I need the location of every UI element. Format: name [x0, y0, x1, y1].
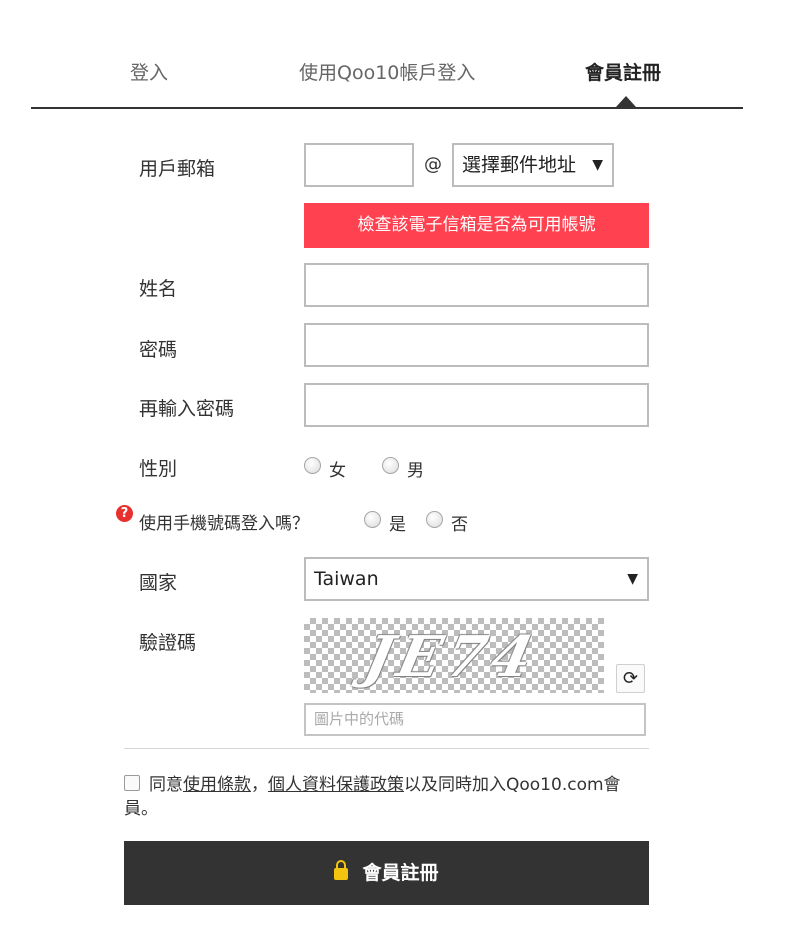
gender-female-radio[interactable] [304, 457, 321, 474]
name-label: 姓名 [139, 278, 178, 300]
agreement-comma: ， [251, 775, 268, 795]
country-value: Taiwan [314, 568, 379, 590]
confirm-password-input[interactable] [304, 383, 649, 427]
lock-icon [334, 860, 349, 880]
email-domain-value: 選擇郵件地址 [462, 154, 577, 176]
country-label: 國家 [139, 572, 178, 594]
gender-label: 性別 [139, 458, 178, 480]
captcha-image: JE74 [304, 618, 604, 693]
captcha-placeholder: 圖片中的代碼 [314, 710, 405, 728]
phone-login-no-label: 否 [451, 515, 468, 535]
tab-underline [31, 107, 743, 109]
phone-login-yes-label: 是 [389, 515, 406, 535]
chevron-down-icon: ▼ [592, 157, 603, 173]
check-email-button[interactable]: 檢查該電子信箱是否為可用帳號 [304, 203, 649, 248]
gender-male-radio[interactable] [382, 457, 399, 474]
email-local-input[interactable] [304, 143, 414, 187]
country-select[interactable]: Taiwan ▼ [304, 557, 649, 601]
name-input[interactable] [304, 263, 649, 307]
register-submit-label: 會員註冊 [362, 862, 439, 884]
captcha-label: 驗證碼 [139, 632, 197, 654]
register-submit-button[interactable]: 會員註冊 [124, 841, 649, 905]
captcha-input[interactable]: 圖片中的代碼 [304, 703, 646, 736]
tab-qoo10-login[interactable]: 使用Qoo10帳戶登入 [299, 58, 475, 85]
phone-login-label: 使用手機號碼登入嗎？ [139, 514, 309, 534]
at-sign: @ [424, 154, 442, 175]
refresh-icon[interactable]: ⟳ [616, 664, 645, 693]
gender-male-label: 男 [407, 461, 424, 481]
active-tab-indicator [616, 96, 636, 107]
terms-link[interactable]: 使用條款 [183, 775, 251, 795]
divider [124, 748, 649, 749]
login-register-tabs: 登入 使用Qoo10帳戶登入 會員註冊 [31, 40, 743, 110]
agreement-prefix: 同意 [149, 775, 183, 795]
phone-login-no-radio[interactable] [426, 511, 443, 528]
question-icon[interactable]: ? [116, 505, 133, 522]
gender-female-label: 女 [329, 461, 346, 481]
password-label: 密碼 [139, 339, 178, 361]
phone-login-yes-radio[interactable] [364, 511, 381, 528]
confirm-password-label: 再輸入密碼 [139, 398, 235, 420]
email-domain-select[interactable]: 選擇郵件地址 ▼ [452, 143, 614, 187]
chevron-down-icon: ▼ [627, 571, 638, 587]
agreement-text: 同意使用條款，個人資料保護政策以及同時加入Qoo10.com會員。 [124, 773, 644, 821]
privacy-policy-link[interactable]: 個人資料保護政策 [268, 775, 404, 795]
tab-login[interactable]: 登入 [130, 58, 168, 85]
tab-register[interactable]: 會員註冊 [585, 58, 661, 85]
captcha-code: JE74 [358, 624, 545, 690]
password-input[interactable] [304, 323, 649, 367]
email-label: 用戶郵箱 [139, 158, 216, 180]
